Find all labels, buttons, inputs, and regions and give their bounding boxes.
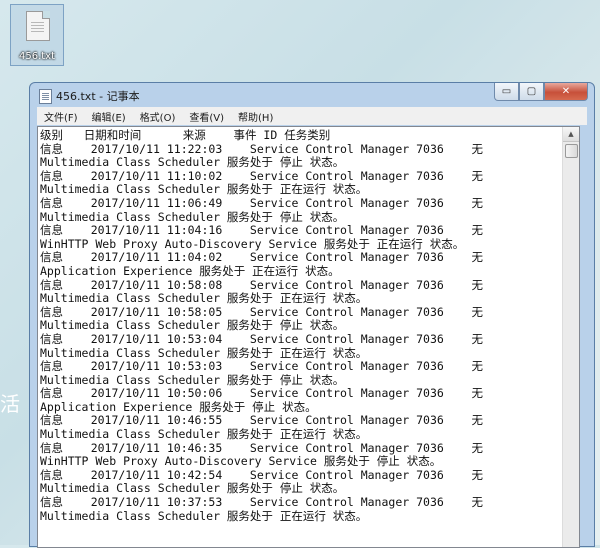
text-editor[interactable]: 级别 日期和时间 来源 事件 ID 任务类别 信息 2017/10/11 11:2… [37,126,580,548]
menu-bar: 文件(F) 编辑(E) 格式(O) 查看(V) 帮助(H) [37,107,587,125]
text-line: 信息 2017/10/11 10:37:53 Service Control M… [40,496,483,510]
text-line: Multimedia Class Scheduler 服务处于 正在运行 状态。 [40,509,368,523]
scroll-thumb[interactable] [565,144,578,158]
desktop-background-text: 活 [0,392,20,416]
text-line: Multimedia Class Scheduler 服务处于 正在运行 状态。 [40,292,368,306]
text-line: Multimedia Class Scheduler 服务处于 正在运行 状态。 [40,428,368,442]
maximize-button[interactable]: ▢ [519,83,544,101]
window-controls: ▭ ▢ ✕ [494,83,588,102]
text-line: WinHTTP Web Proxy Auto-Discovery Service… [40,455,442,469]
minimize-button[interactable]: ▭ [494,83,519,101]
menu-format[interactable]: 格式(O) [133,109,183,124]
text-line: 信息 2017/10/11 10:50:06 Service Control M… [40,387,483,401]
text-line: 信息 2017/10/11 11:22:03 Service Control M… [40,142,483,156]
text-line: Multimedia Class Scheduler 服务处于 正在运行 状态。 [40,183,368,197]
text-line: 信息 2017/10/11 10:53:03 Service Control M… [40,360,483,374]
text-line: WinHTTP Web Proxy Auto-Discovery Service… [40,237,465,251]
menu-view[interactable]: 查看(V) [182,109,231,124]
text-line: Multimedia Class Scheduler 服务处于 停止 状态。 [40,373,345,387]
text-line: 信息 2017/10/11 10:53:04 Service Control M… [40,332,483,346]
notepad-icon[interactable] [39,89,52,104]
text-line: 信息 2017/10/11 11:06:49 Service Control M… [40,196,483,210]
text-line: 信息 2017/10/11 10:42:54 Service Control M… [40,468,483,482]
text-line: Application Experience 服务处于 正在运行 状态。 [40,264,340,278]
text-line: Multimedia Class Scheduler 服务处于 正在运行 状态。 [40,346,368,360]
text-line: 信息 2017/10/11 11:04:16 Service Control M… [40,224,483,238]
window-title: 456.txt - 记事本 [56,90,140,103]
text-line: 级别 日期和时间 来源 事件 ID 任务类别 [40,129,331,142]
text-file-icon [26,11,50,41]
text-line: 信息 2017/10/11 10:46:35 Service Control M… [40,441,483,455]
text-content[interactable]: 级别 日期和时间 来源 事件 ID 任务类别 信息 2017/10/11 11:2… [40,129,564,523]
menu-file[interactable]: 文件(F) [37,109,85,124]
menu-edit[interactable]: 编辑(E) [85,109,133,124]
scroll-up-arrow-icon[interactable]: ▲ [563,127,579,142]
desktop-file-icon[interactable]: 456.txt [10,4,64,66]
text-line: Multimedia Class Scheduler 服务处于 停止 状态。 [40,482,345,496]
text-line: 信息 2017/10/11 10:58:05 Service Control M… [40,305,483,319]
text-line: Application Experience 服务处于 停止 状态。 [40,400,317,414]
text-line: 信息 2017/10/11 11:10:02 Service Control M… [40,169,483,183]
close-button[interactable]: ✕ [544,83,588,101]
title-bar[interactable]: 456.txt - 记事本 ▭ ▢ ✕ [30,83,594,107]
text-line: Multimedia Class Scheduler 服务处于 停止 状态。 [40,210,345,224]
desktop-file-label: 456.txt [18,51,56,62]
vertical-scrollbar[interactable]: ▲ [562,127,579,547]
text-line: 信息 2017/10/11 10:58:08 Service Control M… [40,278,483,292]
text-line: Multimedia Class Scheduler 服务处于 停止 状态。 [40,156,345,170]
menu-help[interactable]: 帮助(H) [231,109,280,124]
text-line: 信息 2017/10/11 10:46:55 Service Control M… [40,414,483,428]
text-line: 信息 2017/10/11 11:04:02 Service Control M… [40,251,483,265]
text-line: Multimedia Class Scheduler 服务处于 停止 状态。 [40,319,345,333]
notepad-window: 456.txt - 记事本 ▭ ▢ ✕ 文件(F) 编辑(E) 格式(O) 查看… [29,82,595,548]
